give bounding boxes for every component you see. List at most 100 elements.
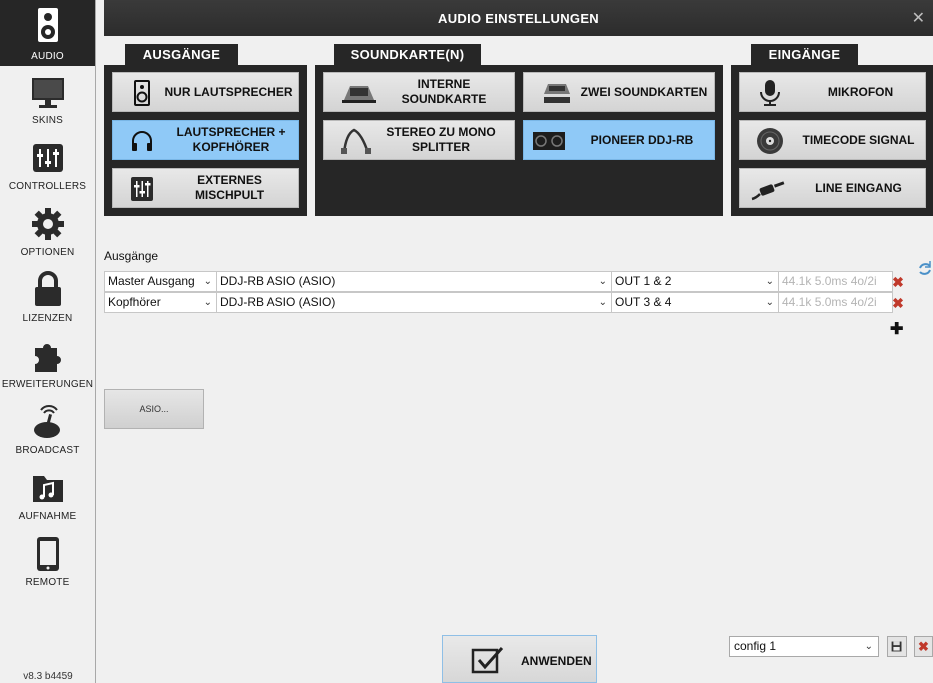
apply-button[interactable]: ANWENDEN bbox=[442, 635, 597, 683]
select-value: Kopfhörer bbox=[108, 295, 161, 309]
floppy-disk-icon bbox=[891, 641, 902, 652]
music-folder-icon bbox=[33, 476, 63, 502]
mikrofon-button[interactable]: MIKROFON bbox=[739, 72, 926, 112]
sidebar-item-broadcast[interactable]: BROADCAST bbox=[0, 396, 95, 462]
checkbox-check-icon bbox=[471, 646, 504, 674]
device-select[interactable]: DDJ-RB ASIO (ASIO) ⌄ bbox=[216, 292, 612, 313]
speaker-icon bbox=[38, 8, 58, 42]
cable-jack-icon bbox=[751, 181, 785, 201]
outputs-label: Ausgänge bbox=[104, 249, 159, 263]
button-label: STEREO ZU MONO SPLITTER bbox=[386, 125, 496, 154]
select-value: DDJ-RB ASIO (ASIO) bbox=[220, 295, 336, 309]
lautsprecher-kopfhoerer-button[interactable]: LAUTSPRECHER + KOPFHÖRER bbox=[112, 120, 299, 160]
monitor-icon bbox=[32, 78, 64, 108]
outputs-panel: NUR LAUTSPRECHER LAUTSPRECHER + KOPFHÖRE… bbox=[104, 65, 307, 216]
button-label: EXTERNES MISCHPULT bbox=[194, 173, 265, 202]
soundcards-panel: INTERNE SOUNDKARTE ZWEI SOUNDKARTEN STER… bbox=[315, 65, 723, 216]
delete-output-icon[interactable]: ✖ bbox=[892, 296, 904, 310]
config-select[interactable]: config 1 ⌄ bbox=[729, 636, 879, 657]
puzzle-icon bbox=[35, 344, 61, 372]
select-value: OUT 1 & 2 bbox=[615, 274, 672, 288]
sidebar-item-label: BROADCAST bbox=[15, 445, 80, 456]
title-bar: AUDIO EINSTELLUNGEN ✕ bbox=[104, 0, 933, 36]
inputs-panel: MIKROFON TIMECODE SIGNAL LINE EINGANG bbox=[731, 65, 933, 216]
dual-controller-icon bbox=[544, 84, 570, 103]
chevron-down-icon: ⌄ bbox=[765, 276, 774, 287]
chevron-down-icon: ⌄ bbox=[864, 641, 873, 652]
speaker-icon bbox=[134, 80, 150, 106]
sidebar-item-label: OPTIONEN bbox=[20, 247, 75, 258]
stereo-mono-splitter-button[interactable]: STEREO ZU MONO SPLITTER bbox=[323, 120, 515, 160]
button-label: ZWEI SOUNDKARTEN bbox=[580, 84, 708, 99]
zwei-soundkarten-button[interactable]: ZWEI SOUNDKARTEN bbox=[523, 72, 715, 112]
timecode-signal-button[interactable]: TIMECODE SIGNAL bbox=[739, 120, 926, 160]
sidebar-item-erweiterungen[interactable]: ERWEITERUNGEN bbox=[0, 330, 95, 396]
chevron-down-icon: ⌄ bbox=[203, 297, 212, 308]
chevron-down-icon: ⌄ bbox=[203, 276, 212, 287]
audio-format-info: 44.1k 5.0ms 4o/2i bbox=[778, 271, 893, 292]
select-value: config 1 bbox=[734, 639, 777, 653]
delete-config-button[interactable]: ✖ bbox=[914, 636, 933, 657]
delete-output-icon[interactable]: ✖ bbox=[892, 275, 904, 289]
mixer-sliders-icon bbox=[33, 144, 63, 172]
gear-icon bbox=[32, 208, 64, 240]
sidebar-item-label: REMOTE bbox=[25, 577, 70, 588]
pioneer-ddj-rb-button[interactable]: PIONEER DDJ-RB bbox=[523, 120, 715, 160]
sidebar-item-skins[interactable]: SKINS bbox=[0, 66, 95, 132]
splitter-cable-icon bbox=[341, 128, 371, 154]
sidebar-item-remote[interactable]: REMOTE bbox=[0, 528, 95, 594]
audio-settings-window: AUDIO SKINS CONTROLLERS OPTIONEN LIZENZE… bbox=[0, 0, 933, 683]
apply-label: ANWENDEN bbox=[521, 654, 592, 668]
chevron-down-icon: ⌄ bbox=[765, 297, 774, 308]
interne-soundkarte-button[interactable]: INTERNE SOUNDKARTE bbox=[323, 72, 515, 112]
button-label: TIMECODE SIGNAL bbox=[802, 132, 915, 147]
close-icon[interactable]: ✕ bbox=[912, 8, 925, 28]
sidebar-item-label: ERWEITERUNGEN bbox=[1, 379, 94, 390]
refresh-icon[interactable] bbox=[917, 257, 933, 281]
headphones-icon bbox=[132, 131, 152, 151]
save-config-button[interactable] bbox=[887, 636, 907, 657]
sidebar: AUDIO SKINS CONTROLLERS OPTIONEN LIZENZE… bbox=[0, 0, 96, 683]
device-select[interactable]: DDJ-RB ASIO (ASIO) ⌄ bbox=[216, 271, 612, 292]
nur-lautsprecher-button[interactable]: NUR LAUTSPRECHER bbox=[112, 72, 299, 112]
sidebar-item-lizenzen[interactable]: LIZENZEN bbox=[0, 264, 95, 330]
asio-settings-button[interactable]: ASIO... bbox=[104, 389, 204, 429]
line-eingang-button[interactable]: LINE EINGANG bbox=[739, 168, 926, 208]
button-label: MIKROFON bbox=[827, 84, 894, 99]
pioneer-controller-icon bbox=[533, 132, 565, 150]
output-type-select[interactable]: Master Ausgang ⌄ bbox=[104, 271, 217, 292]
sidebar-item-label: AUDIO bbox=[31, 51, 64, 62]
chevron-down-icon: ⌄ bbox=[598, 297, 607, 308]
window-title: AUDIO EINSTELLUNGEN bbox=[438, 11, 599, 26]
select-value: OUT 3 & 4 bbox=[615, 295, 672, 309]
button-label: LAUTSPRECHER + KOPFHÖRER bbox=[176, 125, 286, 154]
output-type-select[interactable]: Kopfhörer ⌄ bbox=[104, 292, 217, 313]
audio-format-info: 44.1k 5.0ms 4o/2i bbox=[778, 292, 893, 313]
dj-controller-icon bbox=[342, 86, 376, 103]
table-row: Master Ausgang ⌄ DDJ-RB ASIO (ASIO) ⌄ OU… bbox=[104, 271, 893, 292]
mixer-sliders-icon bbox=[131, 177, 153, 201]
add-output-icon[interactable]: ✚ bbox=[890, 319, 903, 339]
tablet-icon bbox=[37, 537, 59, 571]
tab-ausgaenge: AUSGÄNGE bbox=[125, 44, 238, 65]
channel-select[interactable]: OUT 3 & 4 ⌄ bbox=[611, 292, 779, 313]
version-label: v8.3 b4459 bbox=[23, 671, 73, 682]
tab-eingaenge: EINGÄNGE bbox=[751, 44, 858, 65]
externes-mischpult-button[interactable]: EXTERNES MISCHPULT bbox=[112, 168, 299, 208]
sidebar-item-controllers[interactable]: CONTROLLERS bbox=[0, 132, 95, 198]
button-label: INTERNE SOUNDKARTE bbox=[401, 77, 487, 106]
sidebar-item-aufnahme[interactable]: AUFNAHME bbox=[0, 462, 95, 528]
table-row: Kopfhörer ⌄ DDJ-RB ASIO (ASIO) ⌄ OUT 3 &… bbox=[104, 292, 893, 313]
button-label: LINE EINGANG bbox=[815, 180, 902, 195]
channel-select[interactable]: OUT 1 & 2 ⌄ bbox=[611, 271, 779, 292]
broadcast-icon bbox=[34, 405, 60, 438]
button-label: PIONEER DDJ-RB bbox=[590, 132, 694, 147]
sidebar-item-optionen[interactable]: OPTIONEN bbox=[0, 198, 95, 264]
tab-soundkarten: SOUNDKARTE(N) bbox=[334, 44, 481, 65]
sidebar-item-label: LIZENZEN bbox=[22, 313, 73, 324]
button-label: NUR LAUTSPRECHER bbox=[164, 84, 293, 99]
sidebar-item-audio[interactable]: AUDIO bbox=[0, 0, 95, 66]
chevron-down-icon: ⌄ bbox=[598, 276, 607, 287]
select-value: DDJ-RB ASIO (ASIO) bbox=[220, 274, 336, 288]
sidebar-item-label: SKINS bbox=[31, 115, 63, 126]
